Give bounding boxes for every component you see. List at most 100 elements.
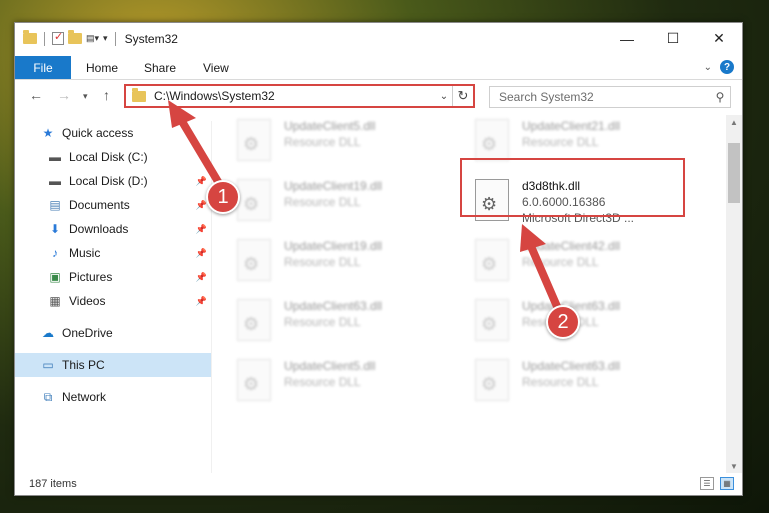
properties-icon[interactable] (52, 30, 64, 45)
file-item[interactable]: UpdateClient42.dll Resource DLL (450, 235, 670, 289)
minimize-button[interactable]: — (604, 23, 650, 54)
quick-access-toolbar: ▤▾ ▾ (23, 30, 119, 46)
file-type: Resource DLL (522, 135, 599, 149)
sidebar-item-this-pc[interactable]: ▭ This PC (15, 353, 211, 377)
window-title: System32 (124, 31, 178, 46)
maximize-button[interactable]: ☐ (650, 23, 696, 54)
up-arrow-icon[interactable]: ↑ (103, 87, 110, 103)
file-item[interactable]: UpdateClient63.dll Resource DLL (212, 295, 432, 349)
recent-locations-icon[interactable]: ▾ (83, 91, 88, 102)
sidebar-item-network[interactable]: ⧉ Network (15, 385, 211, 409)
tab-view[interactable]: View (203, 56, 229, 79)
tab-home[interactable]: Home (86, 56, 118, 79)
address-bar[interactable]: C:\Windows\System32 ⌄ ↻ (124, 84, 475, 108)
file-item[interactable]: UpdateClient19.dll Resource DLL (212, 175, 432, 229)
dll-file-icon (237, 359, 271, 401)
drive-icon: ▬ (49, 150, 61, 164)
pin-icon[interactable]: 📌 (196, 176, 207, 187)
toolbar-dropdown-icon[interactable]: ▾ (103, 33, 108, 44)
folder-icon (23, 30, 37, 44)
pictures-icon: ▣ (49, 270, 61, 284)
file-item[interactable]: UpdateClient63.dll Resource DLL (450, 355, 670, 409)
pin-icon[interactable]: 📌 (196, 248, 207, 259)
dll-file-icon (475, 299, 509, 341)
sidebar-item-onedrive[interactable]: ☁ OneDrive (15, 321, 211, 345)
scroll-thumb[interactable] (728, 143, 740, 203)
pin-icon[interactable]: 📌 (196, 224, 207, 235)
details-view-icon[interactable]: ☰ (700, 477, 714, 490)
separator (114, 31, 116, 46)
sidebar-item-label: OneDrive (62, 326, 113, 340)
customize-toolbar-icon[interactable]: ▤▾ (86, 33, 99, 44)
scroll-up-icon[interactable]: ▲ (726, 115, 742, 129)
ribbon-right: ⌄ ? (704, 60, 734, 74)
sidebar-item-label: This PC (62, 358, 105, 372)
dll-file-icon (237, 179, 271, 221)
dll-file-icon (475, 119, 509, 161)
navigation-bar: ← → ▾ ↑ C:\Windows\System32 ⌄ ↻ ⚲ (15, 81, 742, 113)
status-bar: 187 items ☰ ▦ (15, 473, 742, 495)
pin-icon[interactable]: 📌 (196, 272, 207, 283)
sidebar-item-downloads[interactable]: ⬇ Downloads 📌 (15, 217, 211, 241)
sidebar-item-label: Local Disk (D:) (69, 174, 148, 188)
item-count: 187 items (29, 478, 77, 490)
dll-file-icon (237, 239, 271, 281)
music-icon: ♪ (52, 246, 58, 260)
file-item[interactable]: UpdateClient19.dll Resource DLL (212, 235, 432, 289)
documents-icon: ▤ (49, 198, 61, 212)
step-2-badge: 2 (546, 305, 580, 339)
navigation-pane: ★ Quick access ▬ Local Disk (C:) ▬ Local… (15, 121, 212, 473)
search-box[interactable]: ⚲ (489, 86, 731, 108)
ribbon-tabs: File Home Share View ⌄ ? (15, 54, 742, 80)
pin-icon[interactable]: 📌 (196, 200, 207, 211)
sidebar-item-music[interactable]: ♪ Music 📌 (15, 241, 211, 265)
forward-arrow-icon[interactable]: → (57, 87, 71, 103)
sidebar-item-documents[interactable]: ▤ Documents 📌 (15, 193, 211, 217)
scroll-down-icon[interactable]: ▼ (726, 459, 742, 473)
sidebar-item-quick-access[interactable]: ★ Quick access (15, 121, 211, 145)
file-type: Resource DLL (522, 255, 599, 269)
sidebar-item-local-disk-d[interactable]: ▬ Local Disk (D:) 📌 (15, 169, 211, 193)
back-arrow-icon[interactable]: ← (29, 87, 43, 103)
close-button[interactable]: ✕ (696, 23, 742, 54)
step-1-badge: 1 (206, 180, 240, 214)
sidebar-item-label: Downloads (69, 222, 129, 236)
help-icon[interactable]: ? (720, 60, 734, 74)
search-input[interactable] (497, 89, 710, 105)
dll-file-icon (237, 299, 271, 341)
address-path[interactable]: C:\Windows\System32 (154, 89, 436, 103)
file-type: Resource DLL (284, 135, 361, 149)
file-name: UpdateClient19.dll (284, 239, 383, 253)
address-dropdown-icon[interactable]: ⌄ (436, 91, 452, 102)
dll-file-icon (475, 239, 509, 281)
cloud-icon: ☁ (42, 326, 54, 340)
star-icon: ★ (42, 126, 54, 140)
sidebar-item-videos[interactable]: ▦ Videos 📌 (15, 289, 211, 313)
tab-share[interactable]: Share (144, 56, 176, 79)
file-type: Resource DLL (284, 255, 361, 269)
new-folder-icon[interactable] (68, 30, 82, 44)
sidebar-item-local-disk-c[interactable]: ▬ Local Disk (C:) (15, 145, 211, 169)
file-name: UpdateClient5.dll (284, 359, 376, 373)
title-bar: ▤▾ ▾ System32 — ☐ ✕ (15, 23, 742, 54)
vertical-scrollbar[interactable]: ▲ ▼ (726, 115, 742, 473)
view-buttons: ☰ ▦ (700, 477, 734, 490)
dll-file-icon (237, 119, 271, 161)
ribbon-expand-icon[interactable]: ⌄ (704, 62, 712, 73)
refresh-icon[interactable]: ↻ (452, 86, 473, 106)
sidebar-item-label: Local Disk (C:) (69, 150, 148, 164)
search-icon[interactable]: ⚲ (710, 90, 730, 104)
pin-icon[interactable]: 📌 (196, 296, 207, 307)
separator (44, 31, 45, 46)
tiles-view-icon[interactable]: ▦ (720, 477, 734, 490)
sidebar-item-label: Pictures (69, 270, 113, 284)
sidebar-item-pictures[interactable]: ▣ Pictures 📌 (15, 265, 211, 289)
file-type: Resource DLL (284, 375, 361, 389)
sidebar-item-label: Quick access (62, 126, 134, 140)
sidebar-item-label: Network (62, 390, 107, 404)
file-item[interactable]: UpdateClient5.dll Resource DLL (212, 355, 432, 409)
tab-file[interactable]: File (15, 56, 71, 79)
file-name: UpdateClient63.dll (522, 359, 621, 373)
file-item[interactable]: UpdateClient5.dll Resource DLL (212, 115, 432, 169)
sidebar-item-label: Music (69, 246, 101, 260)
